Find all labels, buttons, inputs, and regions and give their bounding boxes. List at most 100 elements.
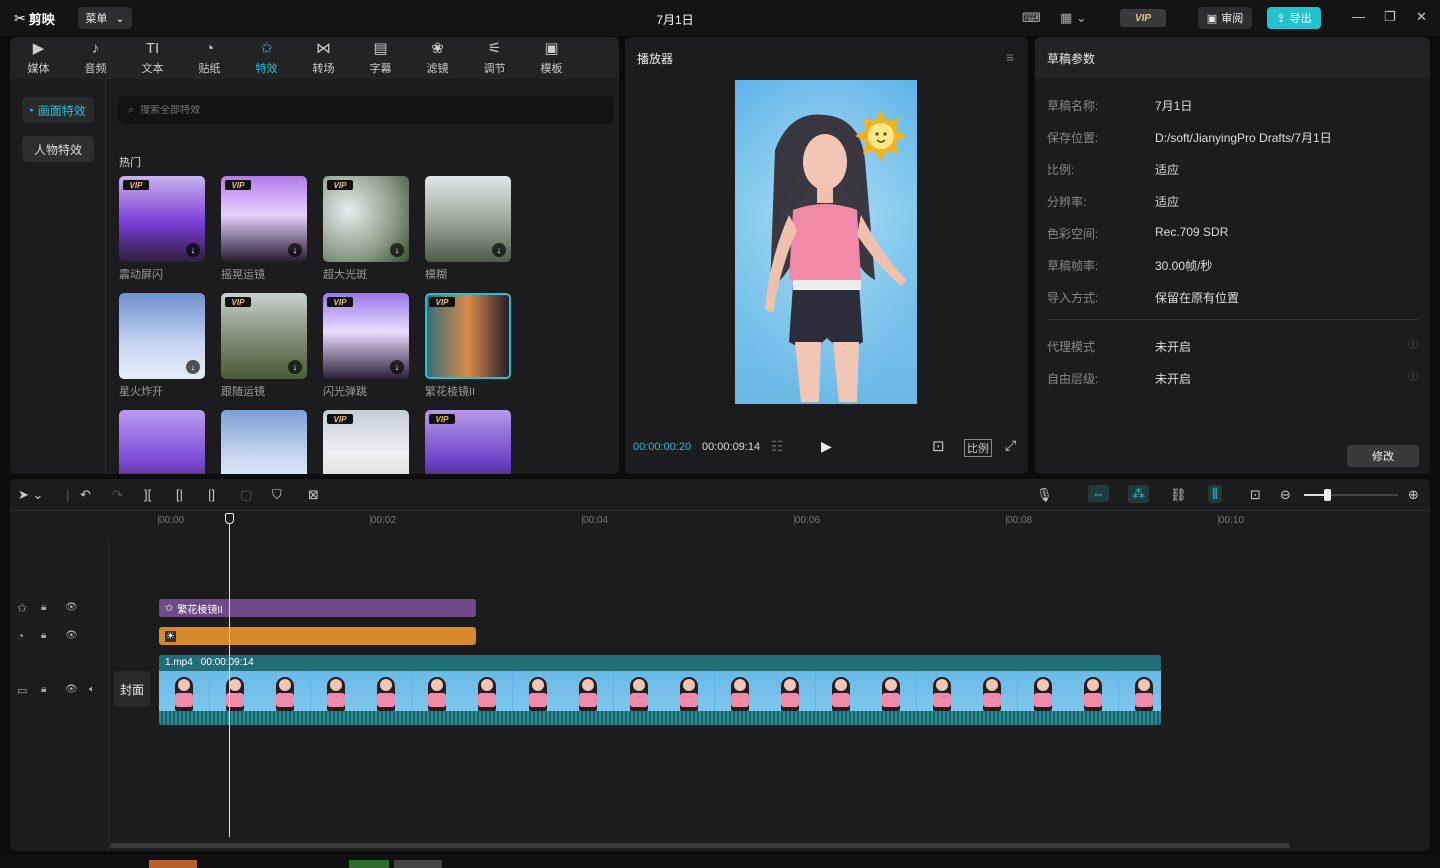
playhead-handle[interactable]: [225, 513, 234, 524]
text-icon: TI: [145, 40, 160, 57]
ratio-button[interactable]: 比例: [964, 439, 992, 457]
effect-thumbnail[interactable]: VIP ↓: [323, 176, 409, 262]
modify-button[interactable]: 修改: [1347, 445, 1419, 467]
download-icon[interactable]: ↓: [186, 360, 200, 374]
effect-thumbnail[interactable]: VIP: [323, 410, 409, 474]
horizontal-scrollbar[interactable]: [110, 843, 1290, 848]
effect-thumbnail[interactable]: [221, 410, 307, 474]
zoom-slider[interactable]: [1304, 489, 1398, 501]
split-icon[interactable]: ][: [144, 487, 151, 502]
eye-icon[interactable]: 👁︎: [65, 630, 78, 641]
video-clip[interactable]: 1.mp4 00:00:09:14: [159, 655, 1161, 725]
lock-icon[interactable]: 🔒︎: [41, 684, 46, 695]
lock-icon[interactable]: 🔒︎: [41, 602, 46, 613]
tab-media[interactable]: ▶ 媒体: [10, 37, 67, 79]
download-icon[interactable]: ↓: [390, 243, 404, 257]
effect-thumbnail[interactable]: VIP: [425, 293, 511, 379]
filter-icon: ❀: [431, 40, 444, 57]
auto-snap-icon[interactable]: ⁂: [1128, 485, 1149, 503]
link-icon[interactable]: ⛓: [1170, 487, 1187, 503]
tab-audio[interactable]: ♪ 音频: [67, 37, 124, 79]
help-icon[interactable]: ⓘ: [1408, 336, 1418, 351]
taskbar-item: [149, 860, 197, 868]
effect-clip[interactable]: ✩ 繁花棱镜II: [159, 599, 476, 617]
tab-effects[interactable]: ✩ 特效: [238, 37, 295, 79]
review-button[interactable]: ▣ 审阅: [1198, 7, 1252, 29]
property-value: 适应: [1155, 195, 1180, 209]
zoom-slider-handle[interactable]: [1324, 489, 1331, 501]
library-sidebar: ▸ 画面特效 人物特效: [10, 79, 106, 474]
tab-label: 字幕: [369, 63, 392, 75]
ruler-tick-label: 00:06: [795, 515, 821, 526]
redo-icon[interactable]: ↷: [112, 487, 123, 503]
keyboard-icon[interactable]: ⌨: [1022, 10, 1041, 26]
tab-text[interactable]: TI 文本: [124, 37, 181, 79]
frame-list-icon[interactable]: ☷: [771, 438, 784, 455]
help-icon[interactable]: ⓘ: [1408, 368, 1418, 383]
sticker-clip[interactable]: ☀: [159, 627, 476, 645]
export-button[interactable]: ⇪ 导出: [1267, 7, 1321, 29]
zoom-out-icon[interactable]: ⊖: [1280, 487, 1291, 503]
download-icon[interactable]: ↓: [492, 243, 506, 257]
fit-timeline-icon[interactable]: ⊡: [1250, 487, 1261, 503]
side-item-label: 画面特效: [37, 103, 86, 118]
eye-icon[interactable]: 👁︎: [65, 684, 78, 695]
split-right-icon[interactable]: |]: [208, 487, 215, 502]
cover-button[interactable]: 封面: [114, 671, 150, 707]
effect-thumbnail[interactable]: VIP ↓: [221, 176, 307, 262]
download-icon[interactable]: ↓: [390, 360, 404, 374]
lock-icon[interactable]: 🔒︎: [41, 630, 46, 641]
effect-thumbnail[interactable]: VIP ↓: [323, 293, 409, 379]
audio-waveform: [159, 711, 1161, 725]
effect-thumbnail[interactable]: ↓: [425, 176, 511, 262]
vip-badge[interactable]: VIP: [1120, 9, 1166, 27]
tab-template[interactable]: ▣ 模板: [523, 37, 580, 79]
tab-sticker[interactable]: ◔ 贴纸: [181, 37, 238, 79]
volume-icon[interactable]: 🔈︎: [89, 684, 95, 695]
eye-icon[interactable]: 👁︎: [65, 602, 78, 613]
auto-edit-icon[interactable]: ⊠: [308, 487, 319, 503]
main-track-magnet-icon[interactable]: ⇔: [1088, 485, 1109, 502]
effect-label: 超大光斑: [323, 269, 367, 281]
microphone-icon[interactable]: 🎙: [1036, 487, 1053, 503]
property-label: 比例:: [1047, 163, 1075, 177]
play-icon[interactable]: ▶: [821, 438, 832, 455]
effect-thumbnail[interactable]: VIP ↓: [119, 176, 205, 262]
download-icon[interactable]: ↓: [288, 360, 302, 374]
current-timecode: 00:00:00:20: [633, 441, 692, 453]
library-panel: ▶ 媒体 ♪ 音频 TI 文本 ◔ 贴纸 ✩ 特效 ⋈ 转场 ▤ 字幕 ❀ 滤镜 ⚟ 调节 ▣ 模板 ▸ 画面特效 人物…: [10, 37, 619, 474]
search-bar[interactable]: ⌕: [118, 96, 614, 124]
download-icon[interactable]: ↓: [186, 243, 200, 257]
split-left-icon[interactable]: [|: [176, 487, 183, 502]
video-preview[interactable]: [735, 80, 917, 404]
effect-thumbnail[interactable]: VIP ↓: [221, 293, 307, 379]
fullscreen-icon[interactable]: ⤢: [1005, 437, 1016, 454]
filmstrip-frame: [815, 671, 866, 711]
effect-thumbnail[interactable]: [119, 410, 205, 474]
delete-icon[interactable]: ▢: [240, 487, 252, 503]
undo-icon[interactable]: ↶: [80, 487, 91, 503]
playhead[interactable]: [229, 515, 230, 837]
preview-axis-icon[interactable]: ⫼: [1208, 485, 1222, 503]
marker-icon[interactable]: ⛉: [272, 487, 282, 503]
download-icon[interactable]: ↓: [288, 243, 302, 257]
minimize-icon[interactable]: —: [1352, 9, 1365, 24]
property-value: 适应: [1155, 163, 1180, 177]
maximize-icon[interactable]: ❐: [1384, 9, 1396, 25]
select-tool-icon[interactable]: ➤ ⌄: [18, 487, 43, 503]
tab-transition[interactable]: ⋈ 转场: [295, 37, 352, 79]
effect-thumbnail[interactable]: VIP: [425, 410, 511, 474]
effect-thumbnail[interactable]: ↓: [119, 293, 205, 379]
tab-label: 滤镜: [426, 63, 449, 75]
side-item-scene-effects[interactable]: ▸ 画面特效: [22, 97, 94, 123]
screenshot-icon[interactable]: ⊡: [932, 437, 945, 455]
search-input[interactable]: [140, 104, 561, 116]
side-item-character-effects[interactable]: 人物特效: [22, 136, 94, 162]
close-icon[interactable]: ✕: [1416, 9, 1427, 25]
layout-icon[interactable]: ▦ ⌄: [1060, 10, 1087, 26]
tab-filter[interactable]: ❀ 滤镜: [409, 37, 466, 79]
tab-adjust[interactable]: ⚟ 调节: [466, 37, 523, 79]
tab-subtitle[interactable]: ▤ 字幕: [352, 37, 409, 79]
menu-icon[interactable]: ≡: [1006, 49, 1014, 65]
zoom-in-icon[interactable]: ⊕: [1408, 487, 1419, 503]
